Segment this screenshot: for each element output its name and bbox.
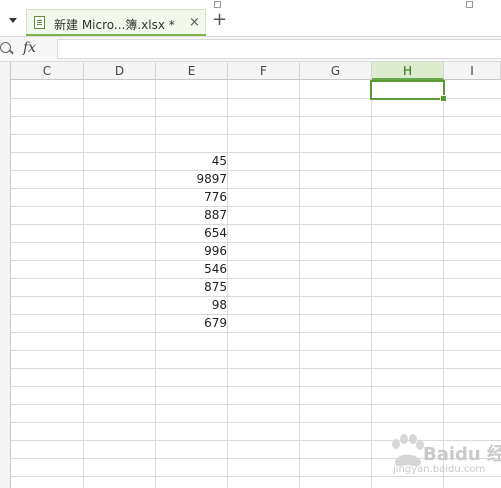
watermark-url: jingyan.baidu.com	[393, 464, 486, 475]
tab-title: 新建 Micro...簿.xlsx *	[54, 18, 175, 32]
cell-e5[interactable]: 45	[157, 154, 227, 168]
cell-e11[interactable]: 546	[157, 262, 227, 276]
insert-function-button[interactable]: fx	[23, 40, 36, 56]
watermark: Baidu 经验 jingyan.baidu.com	[385, 432, 501, 488]
tab-bar: 新建 Micro...簿.xlsx * × +	[0, 0, 501, 36]
column-header-e[interactable]: E	[156, 62, 228, 80]
cell-e12[interactable]: 875	[157, 280, 227, 294]
resize-corner-icon	[466, 1, 473, 8]
cell-e7[interactable]: 776	[157, 190, 227, 204]
cell-e10[interactable]: 996	[157, 244, 227, 258]
cell-e13[interactable]: 98	[157, 298, 227, 312]
column-header-i[interactable]: I	[444, 62, 501, 80]
column-header-h[interactable]: H	[372, 62, 444, 80]
tab-workbook[interactable]: 新建 Micro...簿.xlsx * ×	[26, 9, 206, 36]
cell-area[interactable]: 45 9897 776 887 654 996 546 875 98 679	[11, 80, 501, 488]
fill-handle[interactable]	[440, 95, 447, 102]
new-tab-button[interactable]: +	[212, 11, 227, 29]
formula-input[interactable]	[57, 39, 501, 59]
zoom-icon[interactable]	[0, 42, 11, 53]
column-header-f[interactable]: F	[228, 62, 300, 80]
column-header-c[interactable]: C	[11, 62, 84, 80]
tab-list-dropdown-icon[interactable]	[9, 18, 17, 23]
cell-e6[interactable]: 9897	[157, 172, 227, 186]
cell-e8[interactable]: 887	[157, 208, 227, 222]
close-tab-icon[interactable]: ×	[189, 15, 200, 30]
column-header-d[interactable]: D	[84, 62, 156, 80]
formula-bar: fx	[0, 36, 501, 62]
resize-corner-icon	[214, 1, 221, 8]
cell-e9[interactable]: 654	[157, 226, 227, 240]
spreadsheet-file-icon	[34, 16, 45, 29]
cell-e14[interactable]: 679	[157, 316, 227, 330]
column-header-g[interactable]: G	[300, 62, 372, 80]
selected-cell-h1[interactable]	[370, 80, 447, 102]
watermark-brand: Baidu 经验	[423, 444, 501, 465]
spreadsheet-grid: C D E F G H I 45 9897 776 887 654 996 54…	[0, 62, 501, 488]
row-header-strip[interactable]	[0, 62, 11, 488]
